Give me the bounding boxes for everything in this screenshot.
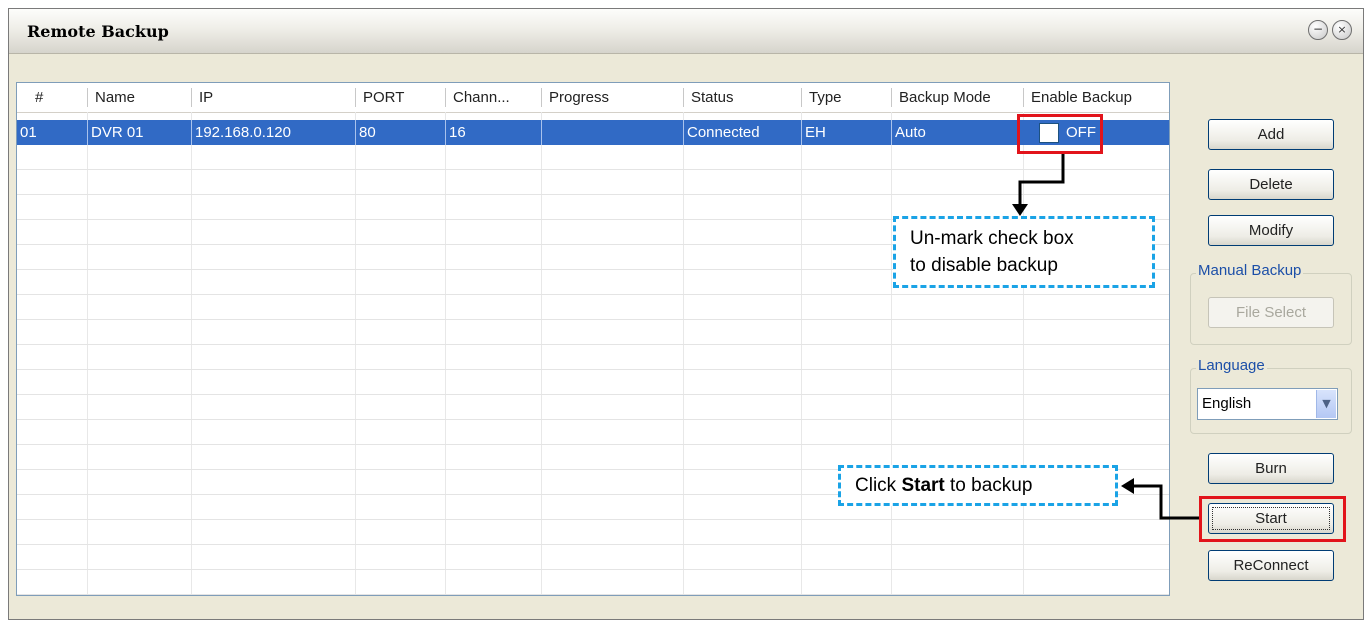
- arrow-to-uncheck-callout: [1018, 154, 1065, 206]
- arrow-to-start-callout: [1132, 484, 1199, 520]
- annotation-arrows: [1012, 154, 1199, 520]
- arrow-head-left-icon: [1121, 478, 1134, 494]
- arrow-head-down-icon: [1012, 204, 1028, 216]
